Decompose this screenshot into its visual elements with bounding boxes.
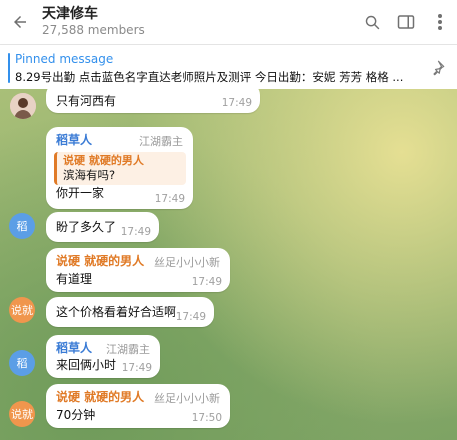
sender-name[interactable]: 说硬 就硬的男人 — [56, 254, 144, 269]
reply-quote[interactable]: 说硬 就硬的男人 滨海有吗? — [54, 152, 186, 185]
message-text: 这个价格看着好合适啊 — [56, 305, 177, 319]
pinned-text: 8.29号出勤 点击蓝色名字直达老师照片及测评 今日出勤：安妮 芳芳 格格 ..… — [15, 70, 404, 84]
message-text: 来回俩小时 — [56, 358, 117, 372]
avatar[interactable]: 说就 — [9, 297, 35, 323]
avatar[interactable]: 稻 — [9, 350, 35, 376]
message-time: 17:49 — [191, 276, 222, 288]
message-bubble[interactable]: 盼了多久了 17:49 — [46, 212, 159, 242]
chat-header: 天津修车 27,588 members — [0, 0, 457, 45]
sender-name[interactable]: 稻草人 — [56, 341, 92, 356]
sender-rank: 江湖霸主 — [139, 135, 183, 148]
sender-rank: 丝足小小小新 — [154, 256, 220, 269]
columns-icon — [397, 15, 415, 29]
message-time: 17:49 — [121, 362, 152, 374]
message-text: 盼了多久了 — [56, 220, 117, 234]
avatar[interactable] — [10, 93, 36, 119]
avatar[interactable]: 说就 — [9, 401, 35, 427]
telegram-chat-window: 天津修车 27,588 members Pinned message 8.29号… — [0, 0, 457, 440]
message-bubble[interactable]: 说硬 就硬的男人 丝足小小小新 有道理 17:49 — [46, 248, 230, 292]
quote-text: 滨海有吗? — [63, 168, 116, 182]
pinned-indicator — [8, 53, 10, 83]
user-photo-icon — [10, 93, 36, 119]
message-text: 有道理 — [56, 272, 93, 286]
unpin-button[interactable] — [425, 56, 449, 80]
message-text: 你开一家 — [56, 186, 105, 200]
message-time: 17:50 — [191, 412, 222, 424]
more-options-button[interactable] — [423, 0, 457, 44]
pin-icon — [433, 60, 445, 76]
message-bubble[interactable]: 稻草人 江湖霸主 说硬 就硬的男人 滨海有吗? 你开一家 17:49 — [46, 127, 193, 209]
sender-name[interactable]: 稻草人 — [56, 133, 92, 148]
back-button[interactable] — [0, 0, 40, 44]
more-vertical-icon — [438, 14, 442, 30]
member-count: 27,588 members — [42, 23, 145, 37]
message-time: 17:49 — [221, 97, 252, 109]
chat-info[interactable]: 天津修车 27,588 members — [40, 6, 355, 38]
search-icon — [365, 15, 379, 29]
message-text: 70分钟 — [56, 408, 96, 422]
message-time: 17:49 — [154, 193, 185, 205]
chat-title: 天津修车 — [42, 6, 98, 22]
sender-name[interactable]: 说硬 就硬的男人 — [56, 390, 144, 405]
message-time: 17:49 — [175, 311, 206, 323]
message-list[interactable]: ♬ ♬ ♬ ♬ ♬ 只有河西有 17:49 稻草人 江湖霸主 说硬 就硬的男人 … — [0, 89, 457, 440]
sender-rank: 丝足小小小新 — [154, 392, 220, 405]
message-bubble[interactable]: 这个价格看着好合适啊 17:49 — [46, 297, 214, 327]
avatar[interactable]: 稻 — [9, 213, 35, 239]
sidebar-toggle-button[interactable] — [389, 0, 423, 44]
sender-rank: 江湖霸主 — [106, 343, 150, 356]
search-button[interactable] — [355, 0, 389, 44]
arrow-left-icon — [14, 16, 26, 28]
message-bubble[interactable]: ♬ ♬ ♬ ♬ ♬ 只有河西有 17:49 — [46, 89, 260, 113]
message-bubble[interactable]: 稻草人 江湖霸主 来回俩小时 17:49 — [46, 335, 160, 378]
quote-sender: 说硬 就硬的男人 — [63, 154, 144, 167]
message-text: 只有河西有 — [56, 94, 117, 108]
pinned-message-bar[interactable]: Pinned message 8.29号出勤 点击蓝色名字直达老师照片及测评 今… — [0, 45, 457, 89]
message-bubble[interactable]: 说硬 就硬的男人 丝足小小小新 70分钟 17:50 — [46, 384, 230, 428]
message-time: 17:49 — [120, 226, 151, 238]
pinned-label: Pinned message — [15, 52, 114, 66]
partial-sender-line: ♬ ♬ ♬ ♬ ♬ — [54, 89, 112, 92]
